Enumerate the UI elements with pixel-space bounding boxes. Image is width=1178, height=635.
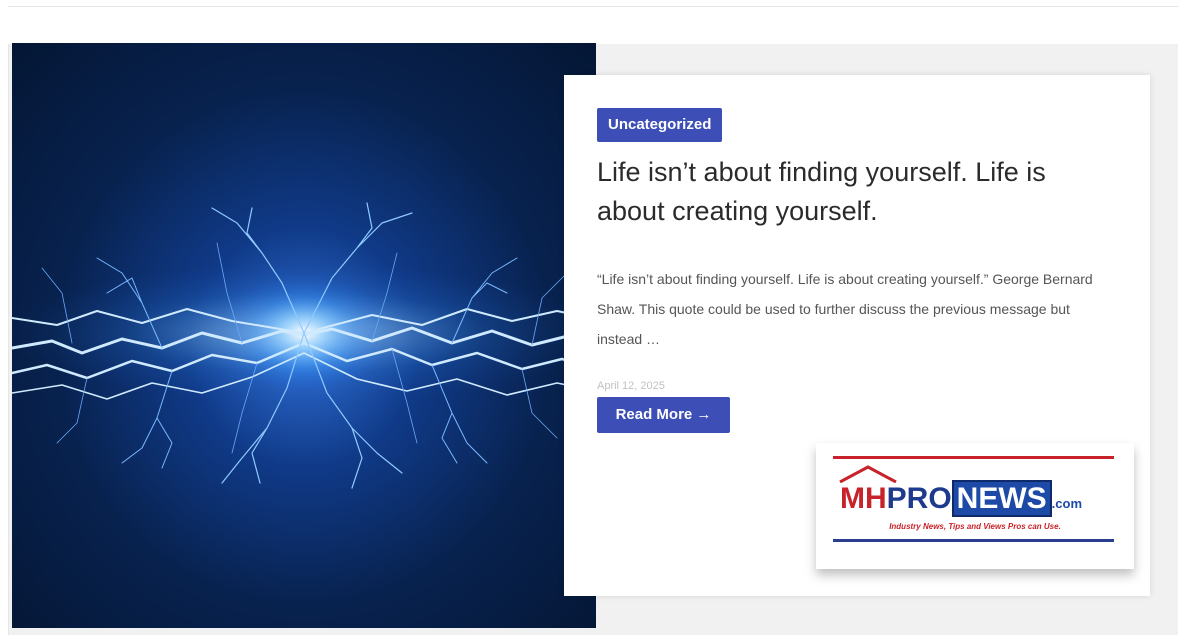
read-more-button[interactable]: Read More →: [597, 397, 730, 433]
logo-bar-bottom: [833, 539, 1114, 542]
post-excerpt: “Life isn’t about finding yourself. Life…: [597, 271, 1093, 347]
electric-lightning-image: [12, 202, 596, 489]
post-date: April 12, 2025: [597, 380, 665, 392]
featured-image[interactable]: [12, 43, 596, 628]
logo-bar-top: [833, 456, 1114, 459]
logo-pro: PRO: [886, 482, 952, 515]
top-band: [8, 6, 1178, 44]
category-badge[interactable]: Uncategorized: [597, 108, 723, 142]
logo-news: NEWS: [951, 480, 1052, 517]
logo-tagline: Industry News, Tips and Views Pros can U…: [889, 522, 1061, 531]
mhpronews-logo: MHPRO NEWS .com Industry News, Tips and Vi…: [816, 443, 1134, 569]
post-title[interactable]: Life isn’t about finding yourself. Life …: [597, 153, 1117, 231]
logo-com: .com: [1051, 496, 1083, 511]
logo-wordmark: MHPRO NEWS .com: [840, 479, 1082, 519]
logo-mh: MH: [840, 482, 887, 515]
